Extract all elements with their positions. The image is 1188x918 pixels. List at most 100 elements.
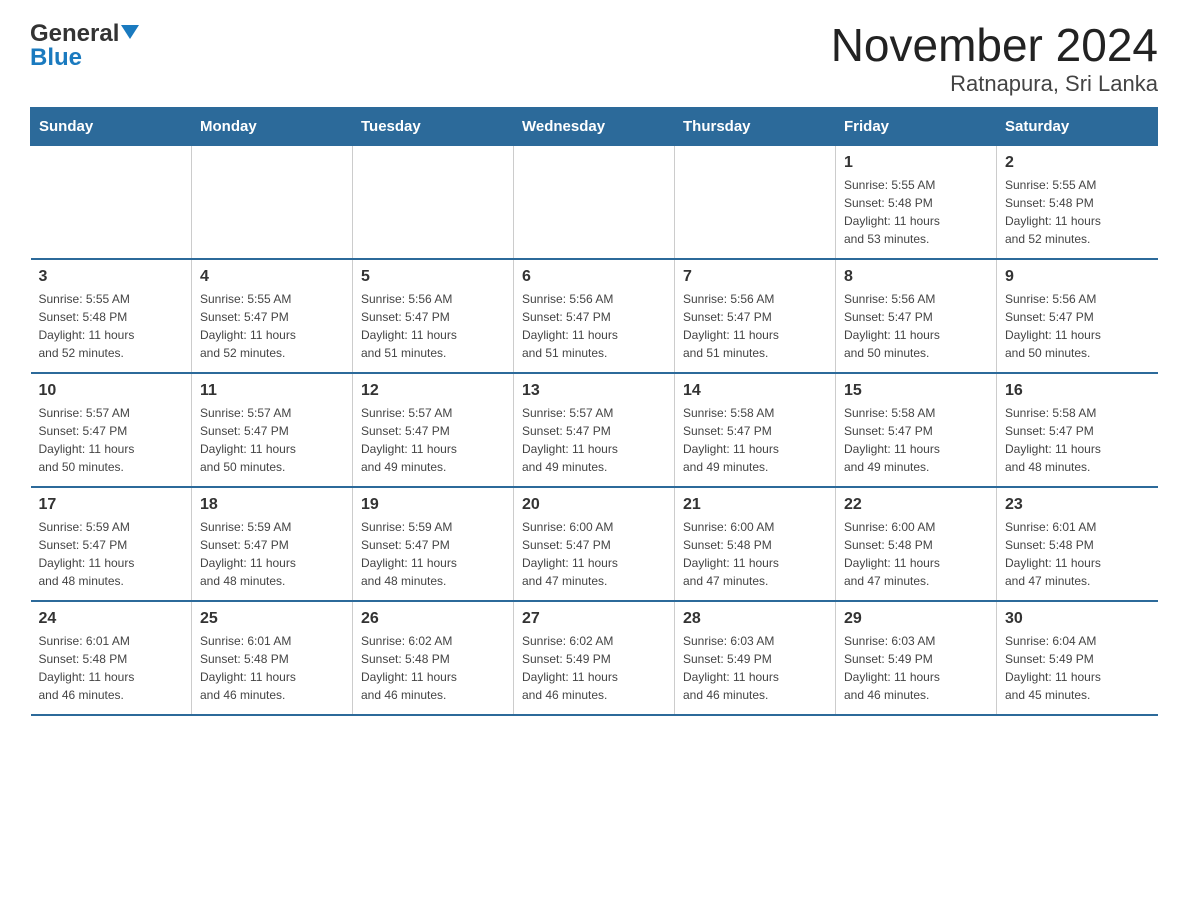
day-info: Sunrise: 6:04 AM Sunset: 5:49 PM Dayligh… (1005, 632, 1150, 704)
day-number: 27 (522, 610, 666, 628)
day-info: Sunrise: 6:00 AM Sunset: 5:48 PM Dayligh… (683, 518, 827, 590)
calendar-subtitle: Ratnapura, Sri Lanka (831, 71, 1158, 97)
calendar-day-cell: 28Sunrise: 6:03 AM Sunset: 5:49 PM Dayli… (675, 601, 836, 715)
calendar-day-cell: 4 Sunrise: 5:55 AM Sunset: 5:47 PM Daylig… (192, 259, 353, 373)
day-info: Sunrise: 5:55 AM Sunset: 5:48 PM Dayligh… (844, 176, 988, 248)
day-number: 8 (844, 268, 988, 286)
calendar-day-cell: 2Sunrise: 5:55 AM Sunset: 5:48 PM Daylig… (997, 145, 1158, 259)
calendar-day-cell: 20 Sunrise: 6:00 AM Sunset: 5:47 PM Dayli… (514, 487, 675, 601)
day-number: 21 (683, 496, 827, 514)
calendar-day-cell: 13 Sunrise: 5:57 AM Sunset: 5:47 PM Dayli… (514, 373, 675, 487)
weekday-header: Tuesday (353, 107, 514, 145)
calendar-day-cell: 26Sunrise: 6:02 AM Sunset: 5:48 PM Dayli… (353, 601, 514, 715)
day-info: Sunrise: 6:00 AM Sunset: 5:48 PM Dayligh… (844, 518, 988, 590)
day-info: Sunrise: 5:59 AM Sunset: 5:47 PM Dayligh… (39, 518, 184, 590)
day-number: 29 (844, 610, 988, 628)
calendar-week-row: 1 Sunrise: 5:55 AM Sunset: 5:48 PM Daylig… (31, 145, 1158, 259)
title-block: November 2024 Ratnapura, Sri Lanka (831, 20, 1158, 97)
day-info: Sunrise: 6:01 AM Sunset: 5:48 PM Dayligh… (200, 632, 344, 704)
day-info: Sunrise: 6:03 AM Sunset: 5:49 PM Dayligh… (844, 632, 988, 704)
calendar-day-cell: 23Sunrise: 6:01 AM Sunset: 5:48 PM Dayli… (997, 487, 1158, 601)
day-number: 17 (39, 496, 184, 514)
day-number: 24 (39, 610, 184, 628)
calendar-day-cell (31, 145, 192, 259)
weekday-header: Monday (192, 107, 353, 145)
calendar-day-cell: 16 Sunrise: 5:58 AM Sunset: 5:47 PM Dayli… (997, 373, 1158, 487)
calendar-day-cell: 5 Sunrise: 5:56 AM Sunset: 5:47 PM Daylig… (353, 259, 514, 373)
calendar-day-cell: 22 Sunrise: 6:00 AM Sunset: 5:48 PM Dayli… (836, 487, 997, 601)
calendar-day-cell: 25 Sunrise: 6:01 AM Sunset: 5:48 PM Dayli… (192, 601, 353, 715)
day-number: 12 (361, 382, 505, 400)
day-number: 25 (200, 610, 344, 628)
day-info: Sunrise: 5:59 AM Sunset: 5:47 PM Dayligh… (200, 518, 344, 590)
day-info: Sunrise: 5:55 AM Sunset: 5:47 PM Dayligh… (200, 290, 344, 362)
day-info: Sunrise: 5:55 AM Sunset: 5:48 PM Dayligh… (39, 290, 184, 362)
weekday-header: Thursday (675, 107, 836, 145)
day-number: 11 (200, 382, 344, 400)
calendar-title: November 2024 (831, 20, 1158, 71)
calendar-day-cell: 18 Sunrise: 5:59 AM Sunset: 5:47 PM Dayli… (192, 487, 353, 601)
day-number: 15 (844, 382, 988, 400)
calendar-day-cell: 24 Sunrise: 6:01 AM Sunset: 5:48 PM Dayli… (31, 601, 192, 715)
weekday-header: Friday (836, 107, 997, 145)
calendar-day-cell: 27 Sunrise: 6:02 AM Sunset: 5:49 PM Dayli… (514, 601, 675, 715)
day-info: Sunrise: 5:57 AM Sunset: 5:47 PM Dayligh… (39, 404, 184, 476)
calendar-table: SundayMondayTuesdayWednesdayThursdayFrid… (30, 107, 1158, 716)
day-info: Sunrise: 5:56 AM Sunset: 5:47 PM Dayligh… (522, 290, 666, 362)
day-info: Sunrise: 5:57 AM Sunset: 5:47 PM Dayligh… (200, 404, 344, 476)
day-info: Sunrise: 5:57 AM Sunset: 5:47 PM Dayligh… (361, 404, 505, 476)
calendar-week-row: 17 Sunrise: 5:59 AM Sunset: 5:47 PM Dayli… (31, 487, 1158, 601)
day-info: Sunrise: 5:56 AM Sunset: 5:47 PM Dayligh… (844, 290, 988, 362)
day-number: 16 (1005, 382, 1150, 400)
calendar-day-cell: 29 Sunrise: 6:03 AM Sunset: 5:49 PM Dayli… (836, 601, 997, 715)
logo: General Blue (30, 20, 139, 72)
day-info: Sunrise: 5:57 AM Sunset: 5:47 PM Dayligh… (522, 404, 666, 476)
day-info: Sunrise: 6:01 AM Sunset: 5:48 PM Dayligh… (1005, 518, 1150, 590)
calendar-day-cell: 3 Sunrise: 5:55 AM Sunset: 5:48 PM Daylig… (31, 259, 192, 373)
day-number: 1 (844, 154, 988, 172)
day-info: Sunrise: 6:02 AM Sunset: 5:49 PM Dayligh… (522, 632, 666, 704)
day-info: Sunrise: 5:58 AM Sunset: 5:47 PM Dayligh… (683, 404, 827, 476)
day-info: Sunrise: 5:58 AM Sunset: 5:47 PM Dayligh… (1005, 404, 1150, 476)
day-info: Sunrise: 6:01 AM Sunset: 5:48 PM Dayligh… (39, 632, 184, 704)
calendar-week-row: 3 Sunrise: 5:55 AM Sunset: 5:48 PM Daylig… (31, 259, 1158, 373)
logo-triangle-icon (121, 25, 139, 39)
day-number: 22 (844, 496, 988, 514)
logo-blue-text: Blue (30, 44, 82, 72)
calendar-week-row: 10 Sunrise: 5:57 AM Sunset: 5:47 PM Dayli… (31, 373, 1158, 487)
day-number: 18 (200, 496, 344, 514)
day-number: 13 (522, 382, 666, 400)
day-info: Sunrise: 5:58 AM Sunset: 5:47 PM Dayligh… (844, 404, 988, 476)
day-info: Sunrise: 6:03 AM Sunset: 5:49 PM Dayligh… (683, 632, 827, 704)
calendar-day-cell: 8 Sunrise: 5:56 AM Sunset: 5:47 PM Daylig… (836, 259, 997, 373)
calendar-day-cell: 1 Sunrise: 5:55 AM Sunset: 5:48 PM Daylig… (836, 145, 997, 259)
weekday-header: Saturday (997, 107, 1158, 145)
calendar-day-cell: 17 Sunrise: 5:59 AM Sunset: 5:47 PM Dayli… (31, 487, 192, 601)
day-number: 10 (39, 382, 184, 400)
weekday-header: Sunday (31, 107, 192, 145)
calendar-day-cell: 15 Sunrise: 5:58 AM Sunset: 5:47 PM Dayli… (836, 373, 997, 487)
calendar-header-row: SundayMondayTuesdayWednesdayThursdayFrid… (31, 107, 1158, 145)
calendar-day-cell (353, 145, 514, 259)
day-info: Sunrise: 5:56 AM Sunset: 5:47 PM Dayligh… (683, 290, 827, 362)
day-info: Sunrise: 5:56 AM Sunset: 5:47 PM Dayligh… (361, 290, 505, 362)
calendar-day-cell: 19 Sunrise: 5:59 AM Sunset: 5:47 PM Dayli… (353, 487, 514, 601)
day-number: 4 (200, 268, 344, 286)
day-info: Sunrise: 5:55 AM Sunset: 5:48 PM Dayligh… (1005, 176, 1150, 248)
calendar-day-cell: 11 Sunrise: 5:57 AM Sunset: 5:47 PM Dayli… (192, 373, 353, 487)
weekday-header: Wednesday (514, 107, 675, 145)
day-info: Sunrise: 6:02 AM Sunset: 5:48 PM Dayligh… (361, 632, 505, 704)
day-number: 19 (361, 496, 505, 514)
day-info: Sunrise: 6:00 AM Sunset: 5:47 PM Dayligh… (522, 518, 666, 590)
day-number: 14 (683, 382, 827, 400)
calendar-day-cell (192, 145, 353, 259)
day-number: 7 (683, 268, 827, 286)
day-number: 20 (522, 496, 666, 514)
calendar-day-cell: 21 Sunrise: 6:00 AM Sunset: 5:48 PM Dayli… (675, 487, 836, 601)
calendar-day-cell: 12 Sunrise: 5:57 AM Sunset: 5:47 PM Dayli… (353, 373, 514, 487)
calendar-day-cell: 6Sunrise: 5:56 AM Sunset: 5:47 PM Daylig… (514, 259, 675, 373)
day-number: 3 (39, 268, 184, 286)
day-number: 5 (361, 268, 505, 286)
day-info: Sunrise: 5:59 AM Sunset: 5:47 PM Dayligh… (361, 518, 505, 590)
day-info: Sunrise: 5:56 AM Sunset: 5:47 PM Dayligh… (1005, 290, 1150, 362)
